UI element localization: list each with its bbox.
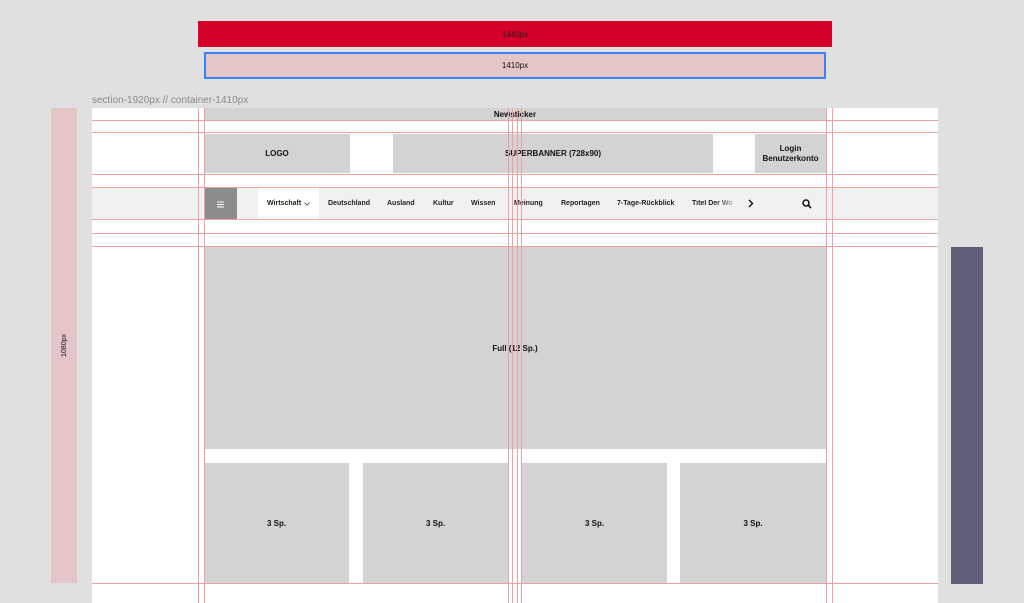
column-block[interactable]: 3 Sp. bbox=[680, 463, 826, 584]
height-indicator-label: 1080px bbox=[60, 334, 68, 357]
chevron-down-icon bbox=[304, 201, 310, 206]
nav-item-ausland[interactable]: Ausland bbox=[387, 188, 415, 219]
width-1440-label: 1440px bbox=[501, 29, 529, 39]
grid-guide bbox=[92, 583, 938, 584]
width-1410-label: 1410px bbox=[501, 61, 529, 70]
nav-item-deutschland[interactable]: Deutschland bbox=[328, 188, 370, 219]
column-block[interactable]: 3 Sp. bbox=[363, 463, 508, 584]
account-label: Benutzerkonto bbox=[762, 153, 819, 163]
scrollbar-strip[interactable] bbox=[951, 247, 983, 584]
height-indicator: 1080px bbox=[51, 108, 77, 583]
nav-item-kultur[interactable]: Kultur bbox=[433, 188, 454, 219]
search-button[interactable] bbox=[802, 196, 814, 210]
nav-item-wissen[interactable]: Wissen bbox=[471, 188, 495, 219]
grid-guide bbox=[92, 219, 938, 220]
grid-guide bbox=[92, 132, 938, 133]
column-block[interactable]: 3 Sp. bbox=[204, 463, 349, 584]
grid-guide bbox=[92, 120, 938, 121]
grid-guide bbox=[512, 108, 513, 603]
nav-item-label: Deutschland bbox=[328, 200, 371, 207]
grid-guide bbox=[517, 108, 518, 603]
grid-guide bbox=[508, 108, 509, 603]
search-icon bbox=[802, 199, 812, 209]
nav-item-7-tage-rueckblick[interactable]: 7-Tage-Rückblick bbox=[617, 188, 674, 219]
nav-item-label: Wissen bbox=[471, 200, 496, 207]
grid-guide bbox=[832, 108, 833, 603]
section-label: section-1920px // container-1410px bbox=[92, 95, 249, 106]
grid-guide bbox=[521, 108, 522, 603]
nav-next-button[interactable] bbox=[748, 188, 754, 219]
grid-guide bbox=[204, 108, 205, 603]
nav-item-wirtschaft[interactable]: Wirtschaft bbox=[267, 188, 310, 219]
chevron-right-icon bbox=[748, 199, 754, 208]
nav-item-reportagen[interactable]: Reportagen bbox=[561, 188, 600, 219]
width-1440-bar: 1440px bbox=[198, 21, 832, 47]
grid-guide bbox=[92, 174, 938, 175]
nav-item-label: Meinung bbox=[514, 200, 543, 207]
menu-button[interactable]: ≡ bbox=[204, 188, 237, 219]
column-block[interactable]: 3 Sp. bbox=[522, 463, 667, 584]
nav-item-titel-der-woche[interactable]: Titel Der Wo bbox=[692, 188, 733, 219]
hamburger-icon: ≡ bbox=[216, 195, 225, 212]
full-width-block[interactable]: Full (12 Sp.) bbox=[204, 247, 826, 449]
logo[interactable]: LOGO bbox=[204, 134, 350, 173]
superbanner[interactable]: SUPERBANNER (728x90) bbox=[393, 134, 713, 173]
nav-item-meinung[interactable]: Meinung bbox=[514, 188, 543, 219]
newsticker[interactable]: Newsticker bbox=[204, 108, 826, 120]
grid-guide bbox=[92, 246, 938, 247]
grid-guide bbox=[198, 108, 199, 603]
nav-item-label: Wirtschaft bbox=[267, 200, 302, 207]
nav-item-label: Titel Der Wo bbox=[692, 200, 733, 207]
grid-guide bbox=[92, 187, 938, 188]
nav-item-label: Reportagen bbox=[561, 200, 600, 207]
login-button[interactable]: Login Benutzerkonto bbox=[755, 134, 826, 173]
nav-item-label: Kultur bbox=[433, 200, 454, 207]
grid-guide bbox=[826, 108, 827, 603]
nav-item-label: 7-Tage-Rückblick bbox=[617, 200, 675, 207]
grid-guide bbox=[92, 233, 938, 234]
width-1410-bar[interactable]: 1410px bbox=[204, 52, 826, 79]
nav-item-label: Ausland bbox=[387, 200, 415, 207]
login-label: Login bbox=[779, 143, 802, 153]
